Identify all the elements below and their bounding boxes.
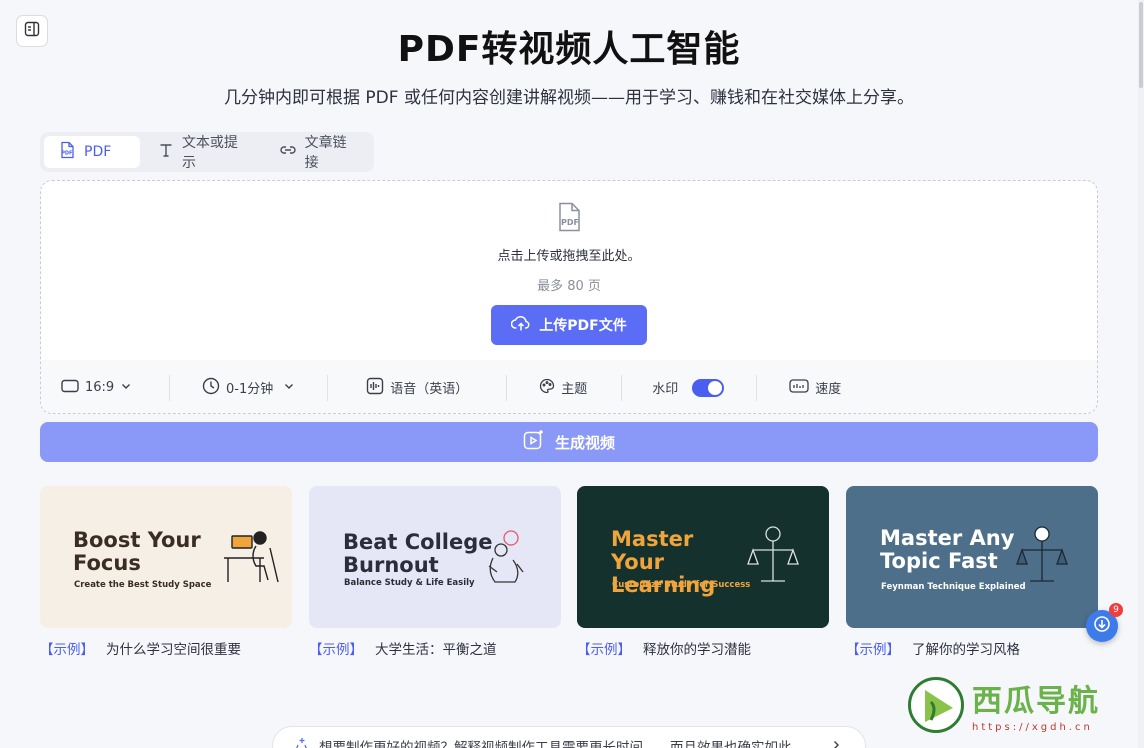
theme-select[interactable]: 主题	[539, 376, 587, 400]
watermark-logo	[908, 676, 964, 733]
pdf-file-icon: PDF	[556, 202, 582, 236]
divider	[327, 374, 329, 401]
thumbnail-title: Beat College Burnout	[343, 530, 493, 577]
promo-banner[interactable]: 想要制作更好的视频？解释视频制作工具需要更长时间——而且效果也确实如此。	[272, 726, 866, 748]
input-type-tabs: PDF PDF 文本或提示 文章链接	[40, 132, 374, 172]
voice-wave-icon	[366, 377, 384, 399]
example-tag: 【示例】	[40, 642, 94, 658]
thumbnail-title: Master Any Topic Fast	[880, 526, 1015, 573]
video-options-bar: 16:9 0-1分钟 语音（英语） 主题 水印 速度	[41, 360, 1097, 413]
example-card[interactable]: Master Any Topic Fast Feynman Technique …	[846, 486, 1098, 658]
tab-label: 文本或提示	[181, 135, 238, 171]
toggle-knob	[708, 380, 723, 395]
svg-text:PDF: PDF	[61, 151, 72, 157]
upload-pdf-button[interactable]: 上传PDF文件	[491, 305, 647, 345]
tab-text-or-prompt[interactable]: 文本或提示	[144, 135, 261, 171]
text-icon	[158, 142, 174, 162]
tab-article-link[interactable]: 文章链接	[265, 135, 370, 171]
speedometer-icon	[789, 378, 809, 398]
generate-label: 生成视频	[554, 433, 615, 452]
pdf-icon: PDF	[58, 141, 76, 163]
example-thumbnail: Master Any Topic Fast Feynman Technique …	[846, 486, 1098, 628]
example-thumbnail: Boost Your Focus Create the Best Study S…	[40, 486, 292, 628]
watermark-label: 水印	[652, 382, 679, 397]
chevron-right-icon	[831, 738, 841, 748]
tab-pdf[interactable]: PDF PDF	[44, 136, 140, 168]
thumbnail-subtitle: Feynman Technique Explained	[881, 582, 1026, 592]
download-icon	[1093, 615, 1111, 637]
page-subtitle: 几分钟内即可根据 PDF 或任何内容创建讲解视频——用于学习、赚钱和在社交媒体上…	[224, 88, 914, 108]
student-desk-illustration	[224, 531, 279, 583]
example-tag: 【示例】	[846, 642, 900, 658]
thumbnail-subtitle: Customize Study for Success	[612, 580, 751, 590]
upload-dropzone[interactable]: PDF 点击上传或拖拽至此处。 最多 80 页 上传PDF文件 16:9 0-1…	[40, 180, 1098, 414]
divider	[169, 374, 170, 401]
divider	[756, 374, 758, 401]
divider	[506, 374, 508, 401]
aspect-ratio-icon	[61, 379, 79, 397]
generate-video-button[interactable]: 生成视频	[40, 422, 1098, 462]
divider	[621, 374, 623, 401]
thumbnail-subtitle: Create the Best Study Space	[74, 580, 212, 590]
upload-button-label: 上传PDF文件	[539, 318, 627, 334]
site-watermark: 西瓜导航 https://xgdh.cn	[908, 676, 1100, 733]
example-tag: 【示例】	[577, 642, 631, 658]
palette-icon	[539, 378, 555, 398]
example-thumbnail: Beat College Burnout Balance Study & Lif…	[309, 486, 561, 628]
speed-select[interactable]: 速度	[789, 376, 841, 400]
video-sparkle-icon	[523, 429, 545, 455]
scales-thinker-illustration	[1016, 526, 1068, 582]
voice-select[interactable]: 语音（英语）	[366, 376, 468, 400]
thumbnail-subtitle: Balance Study & Life Easily	[344, 578, 475, 588]
example-card[interactable]: Boost Your Focus Create the Best Study S…	[40, 486, 292, 658]
example-caption: 大学生活：平衡之道	[375, 642, 497, 658]
link-icon	[279, 142, 297, 162]
aspect-ratio-value: 16:9	[85, 380, 115, 395]
example-card[interactable]: Master Your Learning Customize Study for…	[577, 486, 829, 658]
aspect-ratio-select[interactable]: 16:9	[61, 376, 135, 400]
page-title: PDF转视频人工智能	[397, 29, 741, 70]
example-caption: 释放你的学习潜能	[643, 642, 751, 658]
example-caption: 了解你的学习风格	[912, 642, 1020, 658]
chevron-down-icon	[283, 380, 295, 396]
chevron-down-icon	[120, 380, 132, 396]
watermark-url: https://xgdh.cn	[972, 722, 1093, 733]
voice-value: 语音（英语）	[390, 382, 469, 397]
scrollbar-thumb[interactable]	[1139, 2, 1143, 88]
example-tag: 【示例】	[309, 642, 363, 658]
sparkle-icon	[295, 737, 309, 748]
scales-thinker-illustration	[747, 526, 799, 582]
speed-label: 速度	[815, 382, 842, 397]
svg-text:PDF: PDF	[561, 218, 579, 227]
stressed-student-illustration	[488, 530, 524, 583]
theme-label: 主题	[561, 382, 588, 397]
duration-select[interactable]: 0-1分钟	[202, 376, 295, 400]
example-caption: 为什么学习空间很重要	[106, 642, 241, 658]
notification-badge: 9	[1109, 603, 1123, 617]
example-thumbnail: Master Your Learning Customize Study for…	[577, 486, 829, 628]
page-limit-text: 最多 80 页	[537, 279, 601, 294]
watermark-toggle[interactable]	[692, 378, 725, 397]
tab-label: 文章链接	[304, 135, 347, 171]
thumbnail-title: Boost Your Focus	[73, 528, 201, 575]
duration-value: 0-1分钟	[226, 382, 274, 397]
promo-text: 想要制作更好的视频？解释视频制作工具需要更长时间——而且效果也确实如此。	[319, 740, 805, 748]
watermark-title: 西瓜导航	[972, 684, 1100, 719]
cloud-upload-icon	[511, 314, 531, 336]
example-card[interactable]: Beat College Burnout Balance Study & Lif…	[309, 486, 561, 658]
upload-prompt: 点击上传或拖拽至此处。	[497, 249, 641, 264]
page-scrollbar[interactable]	[1138, 0, 1144, 748]
tab-label: PDF	[84, 144, 112, 160]
watermark-setting: 水印	[652, 376, 725, 400]
clock-icon	[202, 377, 220, 399]
